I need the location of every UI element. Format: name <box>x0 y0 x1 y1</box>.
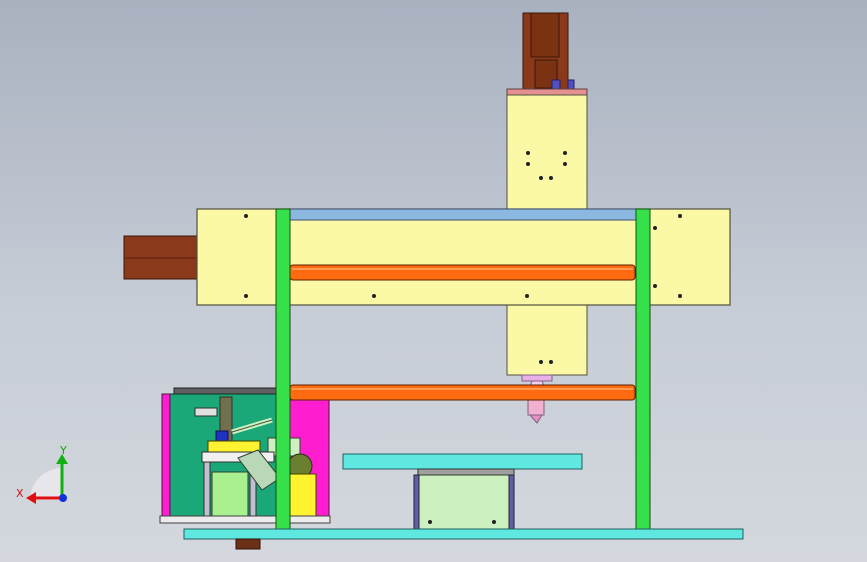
cad-viewport[interactable]: Y X <box>0 0 867 562</box>
base-rail[interactable] <box>183 528 744 550</box>
feeder-station[interactable] <box>159 387 331 524</box>
assembly-drawing: Y X <box>16 12 744 550</box>
x-axis-motor[interactable] <box>123 235 199 280</box>
z-axis-motor[interactable] <box>522 12 575 92</box>
z-axis-dot <box>59 494 67 502</box>
y-axis-label: Y <box>59 444 67 457</box>
work-table[interactable] <box>342 453 583 530</box>
axis-triad: Y X <box>16 444 68 504</box>
x-axis-label: X <box>16 487 24 500</box>
